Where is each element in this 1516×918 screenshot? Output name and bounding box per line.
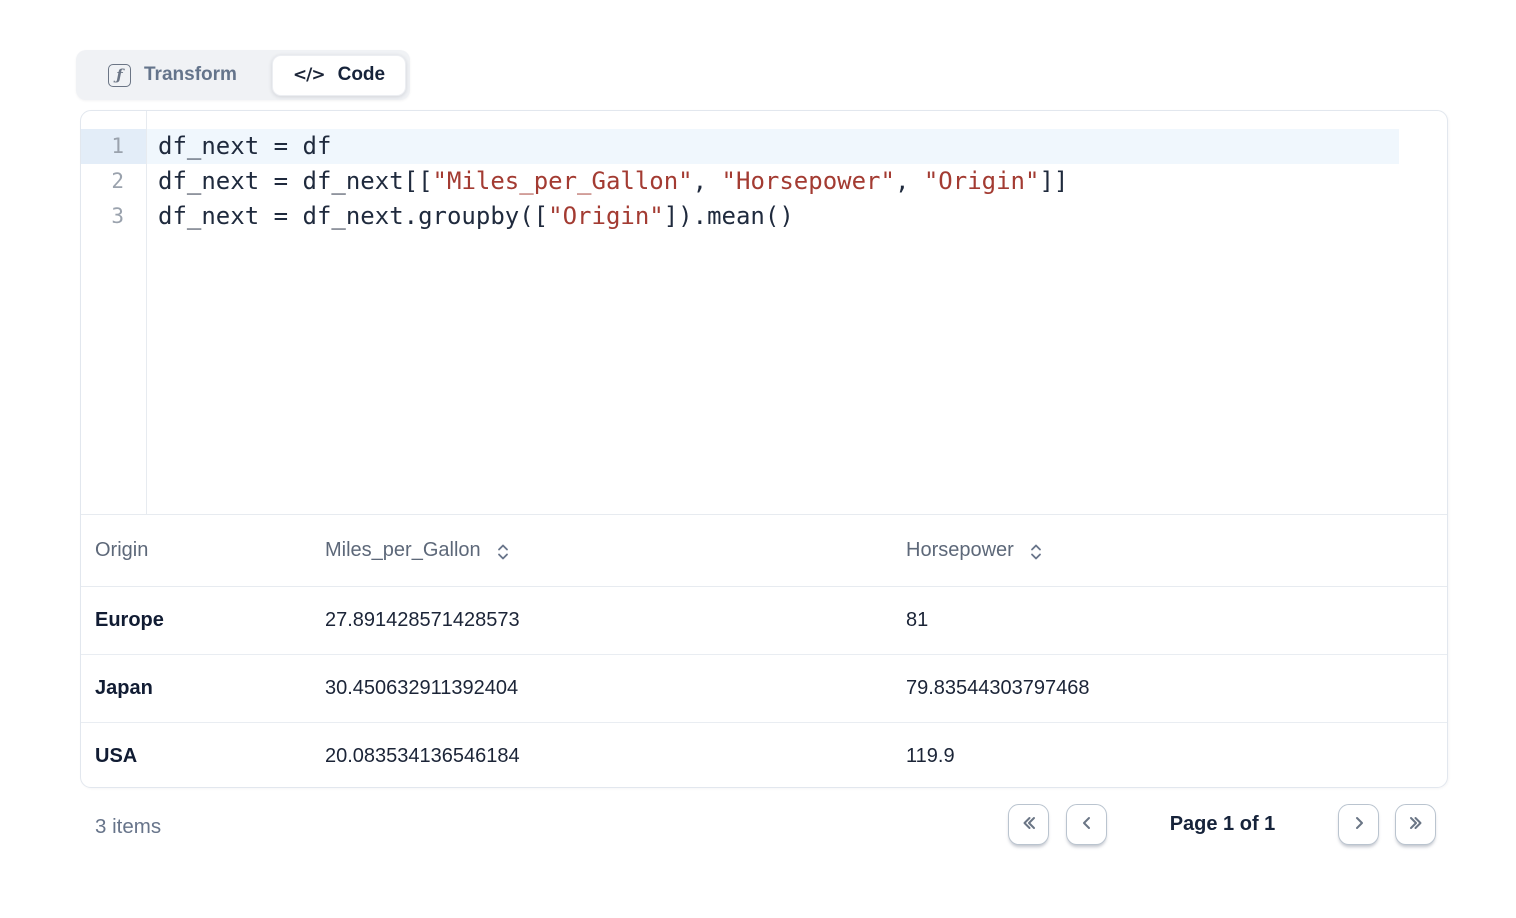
line-number: 2 — [81, 164, 146, 199]
table-header-row: Origin Miles_per_Gallon Horsepower — [81, 515, 1447, 587]
code-line-content[interactable]: df_next = df — [146, 129, 1399, 164]
column-header-miles-per-gallon[interactable]: Miles_per_Gallon — [325, 539, 906, 562]
next-page-button[interactable] — [1338, 804, 1379, 845]
items-count: 3 items — [95, 815, 161, 839]
tab-transform[interactable]: ƒ Transform — [76, 64, 272, 87]
cell-miles-per-gallon: 27.891428571428573 — [325, 609, 906, 632]
cell-miles-per-gallon: 20.083534136546184 — [325, 745, 906, 768]
tab-code-label: Code — [338, 64, 386, 86]
code-line[interactable]: 1 df_next = df — [81, 129, 1399, 164]
cell-horsepower: 119.9 — [906, 745, 1447, 768]
previous-page-button[interactable] — [1066, 804, 1107, 845]
table-row: USA 20.083534136546184 119.9 — [81, 722, 1447, 788]
tab-code[interactable]: </> Code — [272, 55, 406, 96]
first-page-button[interactable] — [1008, 804, 1049, 845]
chevron-right-icon — [1349, 813, 1369, 836]
code-editor[interactable]: 1 df_next = df 2 df_next = df_next[["Mil… — [81, 111, 1447, 514]
last-page-button[interactable] — [1395, 804, 1436, 845]
cell-miles-per-gallon: 30.450632911392404 — [325, 677, 906, 700]
cell-origin: USA — [81, 745, 325, 768]
column-header-horsepower[interactable]: Horsepower — [906, 539, 1447, 562]
cell-origin: Japan — [81, 677, 325, 700]
line-number: 1 — [81, 129, 146, 164]
table-row: Japan 30.450632911392404 79.835443037974… — [81, 654, 1447, 722]
page-indicator: Page 1 of 1 — [1150, 804, 1295, 845]
sort-chevrons-icon[interactable] — [496, 542, 510, 562]
cell-horsepower: 81 — [906, 609, 1447, 632]
double-chevron-right-icon — [1406, 813, 1426, 836]
cell-horsepower: 79.83544303797468 — [906, 677, 1447, 700]
code-line[interactable]: 2 df_next = df_next[["Miles_per_Gallon",… — [81, 164, 1399, 199]
column-header-origin: Origin — [81, 539, 325, 562]
code-slash-icon: </> — [293, 65, 325, 85]
sort-chevrons-icon[interactable] — [1029, 542, 1043, 562]
line-number: 3 — [81, 199, 146, 234]
double-chevron-left-icon — [1019, 813, 1039, 836]
code-line-content[interactable]: df_next = df_next.groupby(["Origin"]).me… — [146, 199, 1399, 234]
view-toggle-tabbar: ƒ Transform </> Code — [76, 50, 410, 100]
table-row: Europe 27.891428571428573 81 — [81, 587, 1447, 654]
function-icon: ƒ — [108, 64, 131, 87]
cell-origin: Europe — [81, 609, 325, 632]
chevron-left-icon — [1077, 813, 1097, 836]
gutter-divider — [146, 111, 147, 514]
code-line-content[interactable]: df_next = df_next[["Miles_per_Gallon", "… — [146, 164, 1399, 199]
code-line[interactable]: 3 df_next = df_next.groupby(["Origin"]).… — [81, 199, 1399, 234]
transform-panel: 1 df_next = df 2 df_next = df_next[["Mil… — [80, 110, 1448, 788]
result-table: Origin Miles_per_Gallon Horsepower — [81, 514, 1447, 788]
tab-transform-label: Transform — [144, 64, 237, 86]
